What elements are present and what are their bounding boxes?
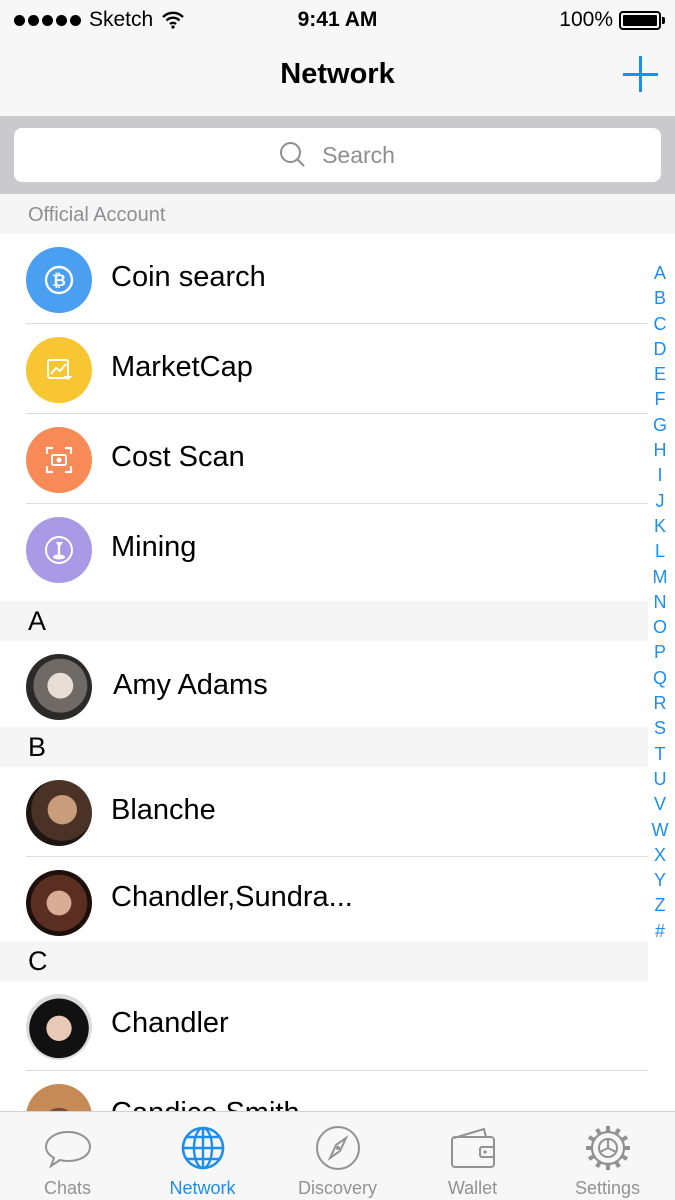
section-header-b: B [0, 727, 648, 767]
scan-icon [26, 427, 92, 493]
index-letter[interactable]: F [655, 387, 666, 412]
section-header-c: C [0, 941, 648, 981]
index-letter[interactable]: O [653, 615, 667, 640]
gear-icon [585, 1126, 630, 1170]
official-item-coin-search[interactable]: ₿ Coin search [0, 234, 648, 324]
avatar [26, 780, 92, 846]
index-letter[interactable]: J [656, 489, 665, 514]
index-letter[interactable]: W [652, 818, 669, 843]
page-title: Network [280, 58, 395, 90]
index-letter[interactable]: U [654, 767, 667, 792]
tab-label: Settings [574, 1178, 641, 1198]
index-letter[interactable]: S [654, 716, 666, 741]
globe-icon [181, 1126, 224, 1170]
index-letter[interactable]: V [654, 792, 666, 817]
avatar [26, 870, 92, 936]
index-letter[interactable]: Z [655, 893, 666, 918]
contact-name: Blanche [111, 794, 216, 826]
avatar [26, 654, 92, 720]
contact-chandler[interactable]: Chandler [0, 981, 648, 1071]
official-item-cost-scan[interactable]: Cost Scan [0, 414, 648, 504]
compass-icon [315, 1126, 360, 1170]
index-letter[interactable]: T [655, 742, 666, 767]
index-letter[interactable]: Q [653, 666, 667, 691]
search-placeholder: Search [322, 141, 395, 168]
section-header-a: A [0, 601, 648, 641]
tab-network[interactable]: Network [135, 1112, 270, 1200]
svg-text:₿: ₿ [52, 271, 66, 291]
contact-name: Candice Smith [111, 1097, 300, 1111]
index-letter[interactable]: N [654, 590, 667, 615]
index-letter[interactable]: I [657, 463, 662, 488]
contact-name: Chandler [111, 1007, 229, 1039]
contact-amy-adams[interactable]: Amy Adams [0, 641, 648, 727]
index-letter[interactable]: C [654, 312, 667, 337]
contact-blanche[interactable]: Blanche [0, 767, 648, 857]
tab-chats[interactable]: Chats [0, 1112, 135, 1200]
index-letter[interactable]: X [654, 843, 666, 868]
status-bar: Sketch 9:41 AM 100% [0, 0, 675, 40]
tab-bar: Chats Network Discovery Wallet Settings [0, 1111, 675, 1200]
avatar [26, 994, 92, 1060]
chart-icon [26, 337, 92, 403]
search-area: Search [0, 116, 675, 194]
bitcoin-search-icon: ₿ [26, 247, 92, 313]
contact-candice-smith[interactable]: Candice Smith [0, 1071, 648, 1111]
index-letter[interactable]: L [655, 539, 665, 564]
tab-label: Chats [43, 1178, 92, 1198]
contact-name: Chandler,Sundra... [111, 881, 353, 913]
search-icon [280, 142, 306, 168]
index-letter[interactable]: B [654, 286, 666, 311]
official-item-marketcap[interactable]: MarketCap [0, 324, 648, 414]
index-letter[interactable]: R [654, 691, 667, 716]
official-item-mining[interactable]: Mining [0, 504, 648, 594]
add-contact-button[interactable] [623, 56, 658, 94]
official-item-label: Coin search [111, 261, 266, 293]
tab-label: Wallet [447, 1178, 498, 1198]
tab-label: Network [169, 1178, 236, 1198]
index-letter[interactable]: G [653, 413, 667, 438]
contact-chandler-sundra[interactable]: Chandler,Sundra... [0, 857, 648, 941]
battery-status: 100% [559, 8, 665, 32]
chat-bubble-icon [44, 1130, 91, 1169]
index-letter[interactable]: A [654, 261, 666, 286]
wallet-icon [450, 1127, 495, 1168]
official-item-label: Mining [111, 531, 197, 563]
index-letter[interactable]: P [654, 640, 666, 665]
battery-percent: 100% [559, 8, 613, 31]
official-item-label: MarketCap [111, 351, 253, 383]
index-letter[interactable]: K [654, 514, 666, 539]
pickaxe-icon [26, 517, 92, 583]
avatar [26, 1084, 92, 1111]
search-input[interactable]: Search [14, 128, 661, 182]
official-account-header: Official Account [0, 194, 675, 234]
index-letter[interactable]: E [654, 362, 666, 387]
official-item-label: Cost Scan [111, 441, 245, 473]
index-letter[interactable]: Y [654, 868, 666, 893]
alphabet-index[interactable]: A B C D E F G H I J K L M N O P Q R S T U V W X Y Z # [651, 261, 669, 944]
tab-settings[interactable]: Settings [540, 1112, 675, 1200]
tab-discovery[interactable]: Discovery [270, 1112, 405, 1200]
index-letter[interactable]: D [654, 337, 667, 362]
contact-name: Amy Adams [113, 669, 268, 701]
battery-icon [619, 10, 665, 30]
tab-wallet[interactable]: Wallet [405, 1112, 540, 1200]
tab-label: Discovery [297, 1178, 377, 1198]
navigation-bar: Network [0, 40, 675, 116]
index-letter[interactable]: # [655, 919, 665, 944]
index-letter[interactable]: M [653, 565, 668, 590]
index-letter[interactable]: H [654, 438, 667, 463]
